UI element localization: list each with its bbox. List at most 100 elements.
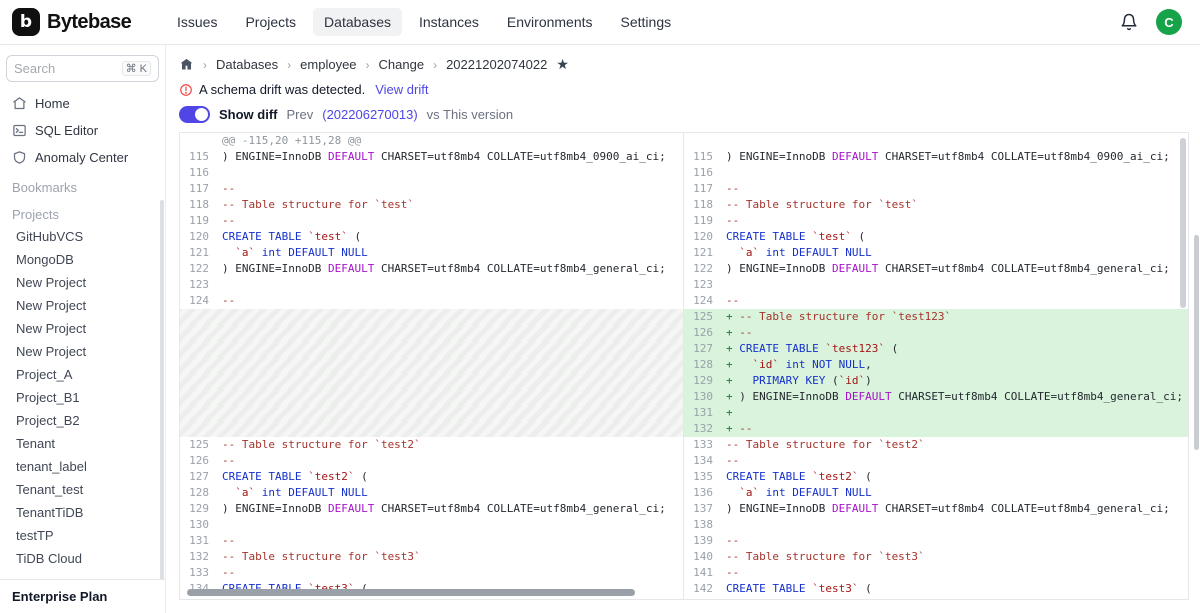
nav-item-instances[interactable]: Instances <box>408 8 490 36</box>
code-line: -- <box>222 565 683 581</box>
line-number: 135 <box>684 469 726 485</box>
code-line <box>222 421 683 437</box>
sidebar-project-item[interactable]: Tenant <box>6 432 159 455</box>
line-number: 123 <box>180 277 222 293</box>
sidebar-item-label: Home <box>35 96 70 111</box>
diff-row: 124-- <box>684 293 1188 309</box>
code-line: `a` int DEFAULT NULL <box>726 245 1188 261</box>
breadcrumb-item-employee[interactable]: employee <box>300 57 356 72</box>
sidebar-project-item[interactable]: GitHubVCS <box>6 225 159 248</box>
sidebar-project-item[interactable]: New Project <box>6 340 159 363</box>
bytebase-logo[interactable]: b Bytebase <box>0 8 166 36</box>
code-line <box>726 517 1188 533</box>
line-number: 134 <box>684 453 726 469</box>
diff-row: 117-- <box>180 181 683 197</box>
search-input[interactable] <box>14 61 118 76</box>
notification-bell-icon[interactable] <box>1120 13 1138 31</box>
breadcrumb-item-change[interactable]: Change <box>379 57 425 72</box>
sidebar-scrollbar-thumb[interactable] <box>160 200 164 605</box>
line-number: 123 <box>684 277 726 293</box>
breadcrumb-separator: › <box>433 58 437 72</box>
sidebar-project-item[interactable]: New Project <box>6 317 159 340</box>
line-number: 132 <box>180 549 222 565</box>
code-line: -- <box>726 213 1188 229</box>
diff-horizontal-scrollbar-thumb[interactable] <box>187 589 635 596</box>
diff-row: 139-- <box>684 533 1188 549</box>
diff-toggle-row: Show diff Prev (202206270013) vs This ve… <box>179 106 1189 123</box>
sidebar-project-item[interactable]: New Project <box>6 271 159 294</box>
line-number: 130 <box>180 517 222 533</box>
toggle-knob <box>195 108 208 121</box>
prev-version-link[interactable]: (202206270013) <box>322 107 417 122</box>
line-number: 129 <box>180 501 222 517</box>
view-drift-link[interactable]: View drift <box>375 82 428 97</box>
sidebar-project-item[interactable]: Project_A <box>6 363 159 386</box>
sidebar-project-item[interactable]: TenantTiDB <box>6 501 159 524</box>
code-line <box>726 133 1188 149</box>
nav-item-databases[interactable]: Databases <box>313 8 402 36</box>
shield-icon <box>12 150 27 165</box>
code-line: -- Table structure for `test2` <box>222 437 683 453</box>
code-line: ) ENGINE=InnoDB DEFAULT CHARSET=utf8mb4 … <box>726 149 1188 165</box>
diff-row: 134-- <box>684 453 1188 469</box>
diff-row: 123 <box>684 277 1188 293</box>
breadcrumb-home-icon[interactable] <box>179 57 194 72</box>
code-line: -- <box>726 565 1188 581</box>
line-number: 139 <box>684 533 726 549</box>
line-number: 128 <box>180 485 222 501</box>
sidebar-project-item[interactable]: TiDB Cloud <box>6 547 159 570</box>
line-number: 137 <box>684 501 726 517</box>
sidebar-project-item[interactable]: New Project <box>6 294 159 317</box>
line-number: 138 <box>684 517 726 533</box>
sidebar-project-item[interactable]: Tenant_test <box>6 478 159 501</box>
bytebase-logo-icon: b <box>12 8 40 36</box>
page-scrollbar-thumb[interactable] <box>1194 235 1199 450</box>
nav-item-settings[interactable]: Settings <box>610 8 683 36</box>
sidebar-project-item[interactable]: Project_B2 <box>6 409 159 432</box>
vs-label: vs This version <box>427 107 513 122</box>
diff-row: 131-- <box>180 533 683 549</box>
sidebar-project-item[interactable]: MongoDB <box>6 248 159 271</box>
code-line: CREATE TABLE `test2` ( <box>726 469 1188 485</box>
line-number <box>180 373 222 389</box>
schema-diff-editor: @@ -115,20 +115,28 @@115) ENGINE=InnoDB … <box>179 132 1189 600</box>
plan-badge: Enterprise Plan <box>0 579 166 613</box>
nav-item-environments[interactable]: Environments <box>496 8 604 36</box>
breadcrumb-item-version[interactable]: 20221202074022 <box>446 57 547 72</box>
sidebar-item-sql-editor[interactable]: SQL Editor <box>6 117 159 144</box>
diff-row: 118-- Table structure for `test` <box>684 197 1188 213</box>
diff-row: 125+ -- Table structure for `test123` <box>684 309 1188 325</box>
sidebar-project-item[interactable]: testTP <box>6 524 159 547</box>
search-box: ⌘ K <box>6 55 159 82</box>
code-line: -- Table structure for `test2` <box>726 437 1188 453</box>
code-line: `a` int DEFAULT NULL <box>222 485 683 501</box>
breadcrumb-item-databases[interactable]: Databases <box>216 57 278 72</box>
code-line: ) ENGINE=InnoDB DEFAULT CHARSET=utf8mb4 … <box>222 149 683 165</box>
sidebar-item-anomaly-center[interactable]: Anomaly Center <box>6 144 159 171</box>
line-number: 119 <box>684 213 726 229</box>
diff-row: 115) ENGINE=InnoDB DEFAULT CHARSET=utf8m… <box>684 149 1188 165</box>
diff-pane-previous: @@ -115,20 +115,28 @@115) ENGINE=InnoDB … <box>180 133 684 599</box>
diff-row: 137) ENGINE=InnoDB DEFAULT CHARSET=utf8m… <box>684 501 1188 517</box>
line-number <box>180 133 222 149</box>
sidebar-item-home[interactable]: Home <box>6 90 159 117</box>
code-line: ) ENGINE=InnoDB DEFAULT CHARSET=utf8mb4 … <box>222 261 683 277</box>
nav-item-projects[interactable]: Projects <box>234 8 307 36</box>
diff-row: 126+ -- <box>684 325 1188 341</box>
line-number: 142 <box>684 581 726 597</box>
user-avatar[interactable]: C <box>1156 9 1182 35</box>
code-line <box>726 165 1188 181</box>
sidebar-project-item[interactable]: Project_B1 <box>6 386 159 409</box>
terminal-icon <box>12 123 27 138</box>
nav-item-issues[interactable]: Issues <box>166 8 228 36</box>
show-diff-toggle[interactable] <box>179 106 210 123</box>
line-number: 120 <box>684 229 726 245</box>
bookmark-star-icon[interactable]: ★ <box>556 56 569 73</box>
diff-row <box>180 341 683 357</box>
diff-row: 132+ -- <box>684 421 1188 437</box>
sidebar-project-item[interactable]: tenant_label <box>6 455 159 478</box>
code-line: @@ -115,20 +115,28 @@ <box>222 133 683 149</box>
code-line: -- <box>222 293 683 309</box>
diff-vertical-scrollbar-thumb[interactable] <box>1180 138 1186 308</box>
line-number: 120 <box>180 229 222 245</box>
